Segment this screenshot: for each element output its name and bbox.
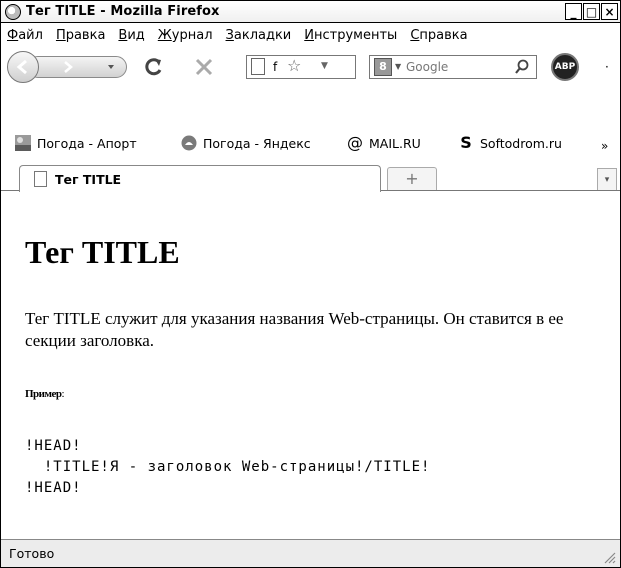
menu-tools[interactable]: Инструменты [304, 28, 397, 43]
example-colon: : [61, 388, 65, 400]
url-bar[interactable]: f ☆ ▼ [246, 55, 356, 79]
url-text: f [273, 60, 278, 74]
tab-list-button[interactable]: ▾ [597, 168, 617, 190]
menu-view[interactable]: Вид [118, 28, 144, 43]
status-bar: Готово [1, 539, 620, 567]
menu-edit-mnemonic: П [55, 28, 66, 43]
code-line: !TITLE!Я - заголовок Web-страницы!/TITLE… [25, 459, 431, 475]
status-text: Готово [9, 546, 55, 561]
toolbar-overflow-icon[interactable]: · [605, 60, 609, 74]
back-forward-group [7, 51, 131, 83]
search-icon [515, 59, 529, 74]
bookmark-label: MAIL.RU [369, 135, 421, 151]
window-title: Тег TITLE - Mozilla Firefox [26, 4, 220, 19]
menu-tools-mnemonic: И [304, 28, 314, 43]
chevron-down-icon [108, 65, 114, 69]
bookmark-pogoda-yandex[interactable]: Погода - Яндекс [181, 135, 311, 151]
menu-history[interactable]: Журнал [158, 28, 213, 43]
bookmark-softodrom[interactable]: S Softodrom.ru [458, 135, 562, 151]
reload-button[interactable] [141, 55, 167, 79]
search-engine-icon[interactable]: 8 [374, 58, 392, 76]
minimize-button[interactable]: _ [565, 3, 582, 20]
menu-help-label: правка [419, 28, 468, 43]
weather-icon [15, 135, 31, 151]
forward-arrow-icon [64, 61, 73, 73]
code-line: !HEAD! [25, 438, 82, 454]
example-label-text: Пример [25, 388, 62, 400]
yandex-weather-icon [181, 135, 197, 151]
menu-file[interactable]: Файл [7, 28, 43, 43]
stop-icon [195, 58, 213, 76]
back-button[interactable] [7, 51, 39, 83]
page-icon [34, 171, 47, 187]
search-go-button[interactable] [514, 59, 530, 79]
bookmark-star-icon[interactable]: ☆ [287, 58, 301, 74]
page-content: Тег TITLE Тег TITLE служит для указания … [1, 192, 620, 532]
stop-button[interactable] [191, 55, 217, 79]
search-input[interactable]: Google [406, 60, 448, 74]
reload-icon [145, 58, 162, 76]
menu-file-mnemonic: Ф [7, 28, 19, 43]
tab-active[interactable]: Тег TITLE [19, 165, 381, 192]
title-bar: Тег TITLE - Mozilla Firefox _ □ × [1, 1, 620, 23]
window-controls: _ □ × [565, 3, 618, 20]
bookmark-label: Погода - Апорт [37, 135, 137, 151]
firefox-logo-icon [5, 3, 21, 20]
bookmark-mail-ru[interactable]: @ MAIL.RU [347, 135, 421, 151]
back-arrow-icon [16, 59, 27, 75]
search-bar[interactable]: 8 ▼ Google [369, 55, 537, 79]
menu-bookmarks[interactable]: Закладки [226, 28, 292, 43]
menu-file-label: айл [18, 28, 43, 43]
navigation-toolbar: f ☆ ▼ 8 ▼ Google ABP · [1, 47, 620, 85]
menu-history-label: урнал [171, 28, 213, 43]
at-icon: @ [347, 133, 363, 152]
menu-view-mnemonic: В [118, 28, 128, 43]
tab-title: Тег TITLE [55, 171, 122, 187]
url-dropdown-icon[interactable]: ▼ [321, 61, 328, 71]
bookmark-label: Softodrom.ru [480, 135, 562, 151]
menu-bar: Файл Правка Вид Журнал Закладки Инструме… [1, 24, 620, 47]
code-block: !HEAD! !TITLE!Я - заголовок Web-страницы… [25, 436, 430, 499]
menu-help[interactable]: Справка [410, 28, 467, 43]
browser-window: Тег TITLE - Mozilla Firefox _ □ × Файл П… [0, 0, 621, 568]
menu-view-label: ид [127, 28, 145, 43]
menu-tools-label: нструменты [314, 28, 398, 43]
menu-bookmarks-mnemonic: З [225, 28, 234, 43]
code-line: !HEAD! [25, 480, 82, 496]
page-icon [251, 58, 265, 75]
new-tab-button[interactable]: + [387, 167, 437, 190]
resize-grip-icon[interactable] [602, 550, 616, 564]
example-label: Пример: [25, 388, 65, 400]
history-dropdown-button[interactable] [103, 59, 119, 75]
search-engine-dropdown-icon[interactable]: ▼ [395, 62, 401, 71]
menu-history-mnemonic: Ж [157, 28, 172, 43]
page-paragraph: Тег TITLE служит для указания названия W… [25, 309, 564, 350]
menu-edit[interactable]: Правка [56, 28, 105, 43]
bookmarks-overflow-icon[interactable]: » [601, 139, 608, 153]
menu-bookmarks-label: акладки [233, 28, 292, 43]
adblock-plus-button[interactable]: ABP [551, 53, 579, 81]
menu-edit-label: равка [65, 28, 106, 43]
bookmark-pogoda-aport[interactable]: Погода - Апорт [15, 135, 137, 151]
maximize-button[interactable]: □ [583, 3, 600, 20]
forward-button[interactable] [59, 58, 77, 76]
bookmark-label: Погода - Яндекс [203, 135, 311, 151]
softodrom-icon: S [460, 133, 472, 152]
page-heading: Тег TITLE [25, 234, 180, 270]
close-button[interactable]: × [601, 3, 618, 20]
bookmarks-toolbar: Погода - Апорт Погода - Яндекс @ MAIL.RU… [1, 131, 620, 159]
tab-bar: Тег TITLE + ▾ [1, 161, 620, 192]
